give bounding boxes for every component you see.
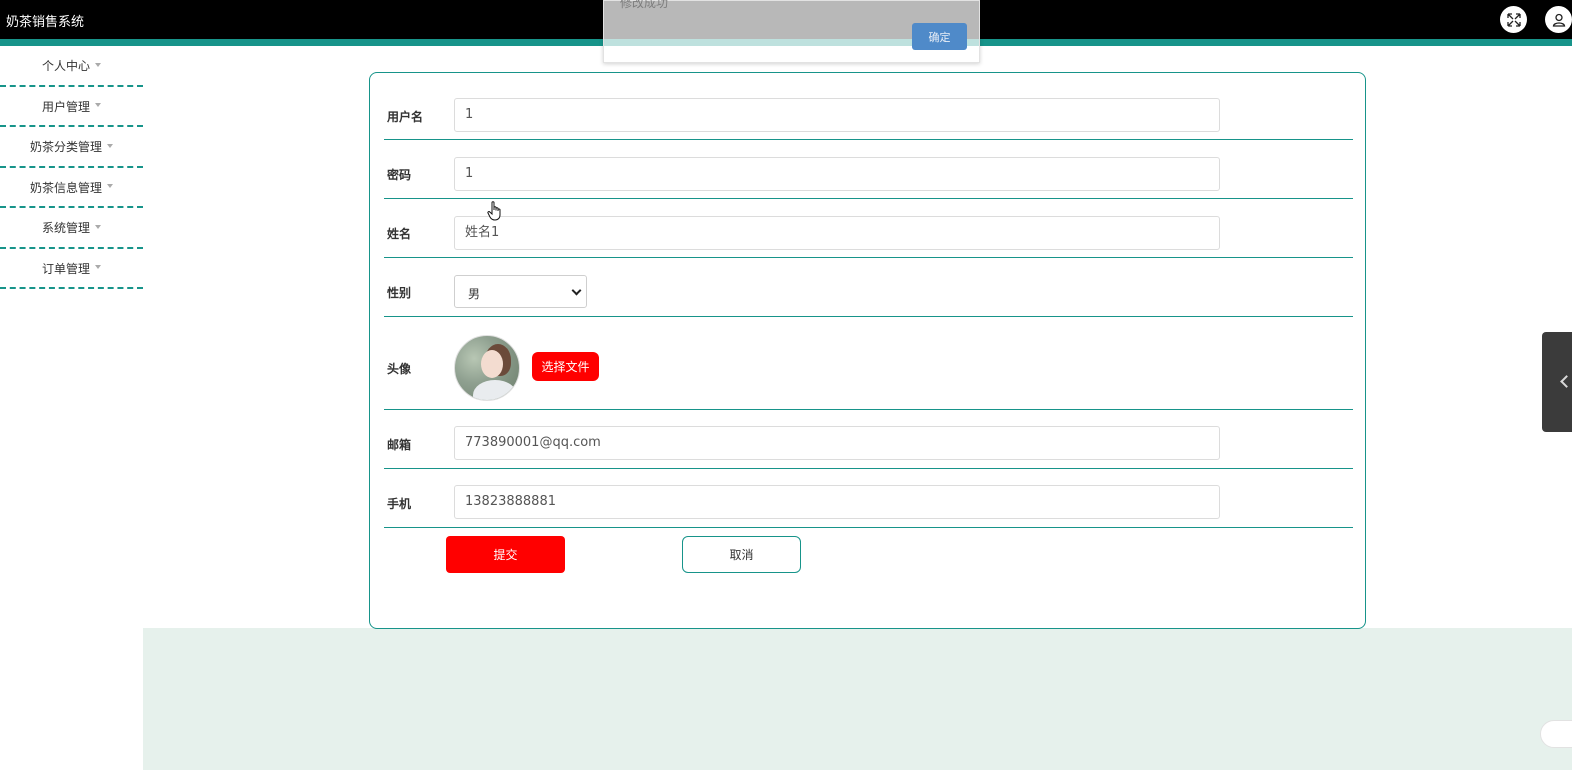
success-dialog: 修改成功 确定 — [603, 0, 980, 63]
chevron-down-icon — [571, 285, 582, 296]
sidebar-item-label: 系统管理 — [41, 221, 90, 236]
caret-down-icon — [95, 103, 101, 108]
content-footer-band — [143, 628, 1572, 770]
email-input[interactable]: 773890001@qq.com — [454, 426, 1220, 460]
user-menu-button[interactable] — [1545, 6, 1572, 33]
sidebar-item-label: 个人中心 — [41, 59, 90, 74]
avatar-face — [481, 350, 503, 378]
expand-icon — [1506, 12, 1521, 27]
sidebar-item-label: 用户管理 — [41, 99, 90, 114]
cancel-button[interactable]: 取消 — [682, 536, 801, 573]
submit-button[interactable]: 提交 — [446, 536, 565, 573]
sidebar-item-label: 奶茶信息管理 — [29, 180, 102, 195]
password-input[interactable]: 1 — [454, 157, 1220, 191]
sidebar: 个人中心 用户管理 奶茶分类管理 奶茶信息管理 系统管理 订单管理 — [0, 46, 143, 289]
form-row-password: 密码 1 — [384, 140, 1353, 199]
caret-down-icon — [95, 265, 101, 270]
form-row-gender: 性别 男 — [384, 258, 1353, 317]
sidebar-item-system-management[interactable]: 系统管理 — [0, 208, 143, 249]
username-label: 用户名 — [387, 110, 424, 124]
hand-cursor-icon — [487, 201, 501, 221]
avatar-label: 头像 — [387, 362, 412, 376]
form-row-username: 用户名 1 — [384, 73, 1353, 140]
avatar-body — [473, 380, 517, 400]
sidebar-item-tea-info-management[interactable]: 奶茶信息管理 — [0, 168, 143, 208]
side-panel-toggle[interactable] — [1542, 332, 1572, 432]
caret-down-icon — [107, 184, 113, 189]
sidebar-item-order-management[interactable]: 订单管理 — [0, 249, 143, 289]
form-row-phone: 手机 13823888881 — [384, 469, 1353, 528]
choose-file-button[interactable]: 选择文件 — [532, 352, 599, 381]
chat-bubble-button[interactable] — [1540, 720, 1572, 748]
sidebar-item-label: 订单管理 — [41, 261, 90, 276]
profile-form: 用户名 1 密码 1 姓名 姓名1 性别 男 头像 选择文件 邮箱 773890… — [369, 72, 1366, 629]
username-input[interactable]: 1 — [454, 98, 1220, 132]
form-row-avatar: 头像 选择文件 — [384, 317, 1353, 410]
gender-select[interactable]: 男 — [454, 275, 587, 308]
fullscreen-button[interactable] — [1500, 6, 1527, 33]
phone-input[interactable]: 13823888881 — [454, 485, 1220, 519]
sidebar-item-label: 奶茶分类管理 — [29, 140, 102, 155]
chevron-left-icon — [1560, 375, 1572, 388]
password-label: 密码 — [387, 168, 412, 182]
caret-down-icon — [95, 224, 101, 229]
success-message: 修改成功 — [620, 0, 669, 10]
form-row-email: 邮箱 773890001@qq.com — [384, 410, 1353, 469]
email-label: 邮箱 — [387, 438, 412, 452]
app-title: 奶茶销售系统 — [6, 15, 85, 30]
phone-label: 手机 — [387, 497, 412, 511]
form-row-name: 姓名 姓名1 — [384, 199, 1353, 258]
name-input[interactable]: 姓名1 — [454, 216, 1220, 250]
gender-label: 性别 — [387, 286, 412, 300]
user-icon — [1552, 13, 1565, 27]
avatar-preview — [454, 335, 520, 401]
gender-select-value: 男 — [468, 287, 481, 301]
sidebar-item-user-management[interactable]: 用户管理 — [0, 87, 143, 127]
caret-down-icon — [107, 143, 113, 148]
caret-down-icon — [95, 62, 101, 67]
sidebar-item-personal-center[interactable]: 个人中心 — [0, 46, 143, 87]
confirm-button[interactable]: 确定 — [912, 23, 967, 50]
sidebar-item-tea-category-management[interactable]: 奶茶分类管理 — [0, 127, 143, 168]
name-label: 姓名 — [387, 227, 412, 241]
